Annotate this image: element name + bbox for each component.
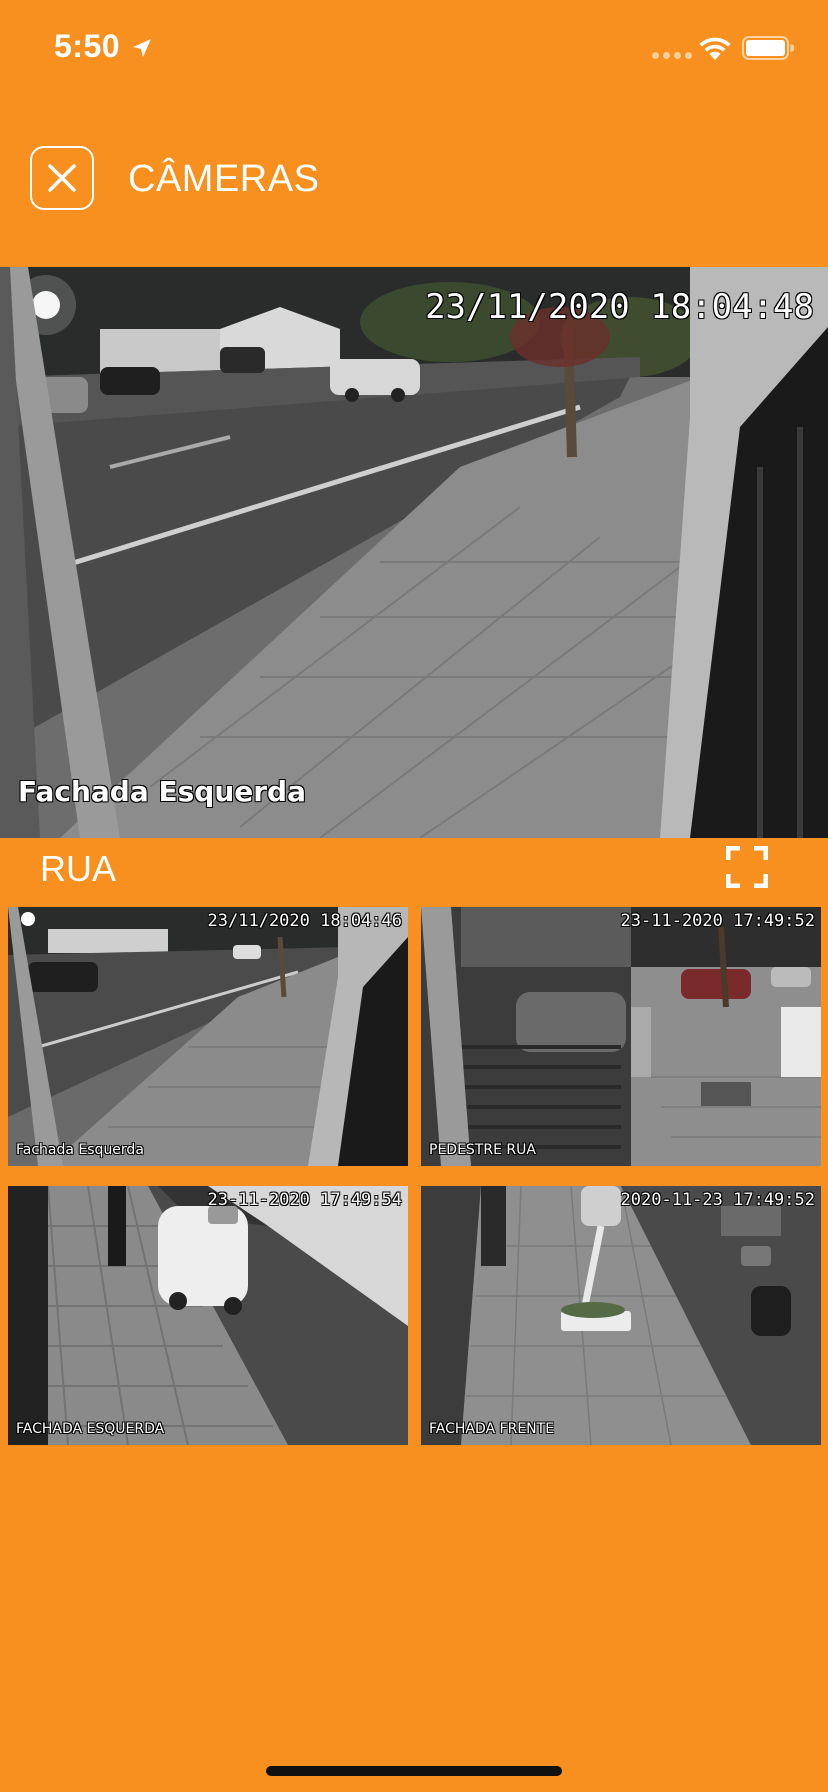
wifi-icon: [699, 37, 731, 60]
camera-timestamp: 2020-11-23 17:49:52: [620, 1190, 815, 1210]
camera-timestamp: 23-11-2020 17:49:52: [620, 911, 815, 931]
camera-thumbnail[interactable]: 23/11/2020 18:04:46 Fachada Esquerda: [8, 907, 408, 1166]
camera-name: FACHADA FRENTE: [429, 1421, 555, 1437]
battery-icon: [742, 36, 794, 60]
camera-image: [8, 907, 408, 1166]
camera-group-label: RUA: [40, 848, 117, 889]
camera-name: FACHADA ESQUERDA: [16, 1421, 165, 1437]
camera-image: [421, 1186, 821, 1445]
header: CÂMERAS: [0, 140, 828, 220]
page-title: CÂMERAS: [128, 158, 320, 200]
fullscreen-icon[interactable]: [726, 846, 768, 888]
camera-thumbnail[interactable]: 2020-11-23 17:49:52 FACHADA FRENTE: [421, 1186, 821, 1445]
camera-image: [0, 267, 828, 838]
home-indicator[interactable]: [266, 1766, 562, 1776]
camera-name: Fachada Esquerda: [18, 775, 306, 808]
camera-image: [421, 907, 821, 1166]
camera-timestamp: 23/11/2020 18:04:48: [425, 287, 814, 327]
status-bar: 5:50: [0, 0, 828, 100]
camera-timestamp: 23/11/2020 18:04:46: [207, 911, 402, 931]
camera-timestamp: 23-11-2020 17:49:54: [207, 1190, 402, 1210]
location-arrow-icon: [133, 39, 151, 57]
close-button[interactable]: [30, 146, 94, 210]
main-camera-feed[interactable]: 23/11/2020 18:04:48 Fachada Esquerda: [0, 267, 828, 838]
camera-image: [8, 1186, 408, 1445]
camera-thumbnail[interactable]: 23-11-2020 17:49:54 FACHADA ESQUERDA: [8, 1186, 408, 1445]
close-icon: [48, 164, 76, 192]
status-time: 5:50: [54, 28, 121, 64]
camera-name: PEDESTRE RUA: [429, 1142, 536, 1158]
signal-icon: [652, 52, 692, 59]
camera-name: Fachada Esquerda: [16, 1142, 144, 1158]
camera-group-row: RUA: [0, 838, 828, 898]
camera-thumbnail[interactable]: 23-11-2020 17:49:52 PEDESTRE RUA: [421, 907, 821, 1166]
